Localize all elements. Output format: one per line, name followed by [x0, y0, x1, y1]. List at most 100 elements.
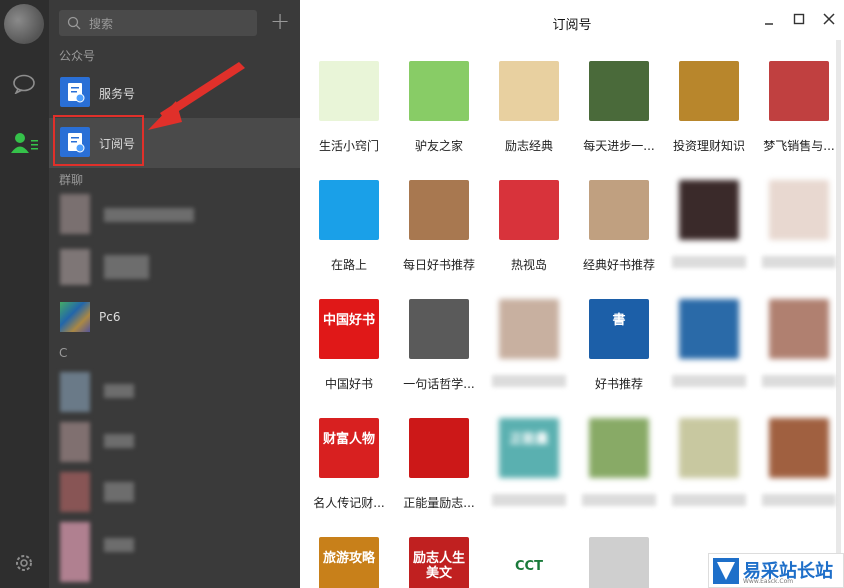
- group-name-blurred: [104, 255, 149, 279]
- subscription-avatar: 正能量: [499, 418, 559, 478]
- subscription-tile[interactable]: 投资理财知识: [669, 61, 749, 154]
- subscription-tile[interactable]: 正能量: [489, 418, 569, 506]
- subscription-avatar: [499, 61, 559, 121]
- subscription-tile[interactable]: [759, 299, 839, 387]
- avatar-art-text: 财富人物: [322, 432, 375, 447]
- subscription-name-blurred: [762, 494, 836, 506]
- subscription-tile[interactable]: 中国好书 中国好书: [309, 299, 389, 392]
- subscription-tile[interactable]: 一句话哲学...: [399, 299, 479, 392]
- contact-name-blurred: [104, 384, 134, 398]
- avatar-art-text: CCT: [515, 559, 543, 574]
- subscription-tile[interactable]: [669, 180, 749, 268]
- subscription-avatar: 書: [589, 299, 649, 359]
- subscription-avatar: [409, 299, 469, 359]
- subscription-name-blurred: [762, 375, 836, 387]
- subscription-avatar: [409, 61, 469, 121]
- list-item-group[interactable]: [49, 243, 300, 293]
- subscription-tile[interactable]: [669, 418, 749, 506]
- group-avatar: [60, 249, 90, 285]
- subscription-tile[interactable]: 每日好书推荐: [399, 180, 479, 273]
- subscription-avatar: 中国好书: [319, 299, 379, 359]
- subscription-tile[interactable]: [759, 180, 839, 268]
- contact-name-blurred: [104, 538, 134, 552]
- subscription-avatar: [769, 61, 829, 121]
- contact-avatar: [60, 372, 90, 412]
- contact-avatar: [60, 422, 90, 462]
- subscription-name-blurred: [672, 256, 746, 268]
- subscription-avatar: [589, 61, 649, 121]
- subscription-tile[interactable]: 正能量励志...: [399, 418, 479, 511]
- list-item-service-accounts[interactable]: 服务号: [49, 68, 300, 118]
- subscription-tile[interactable]: 生活小窍门: [309, 61, 389, 154]
- subscription-avatar: [409, 418, 469, 478]
- subscription-tile[interactable]: 经典好书推荐: [579, 180, 659, 273]
- subscription-name-blurred: [492, 494, 566, 506]
- subscription-avatar: CCT: [499, 537, 559, 588]
- list-item-contact[interactable]: [49, 518, 300, 582]
- subscription-avatar: [409, 180, 469, 240]
- maximize-icon[interactable]: [792, 12, 806, 26]
- subscription-tile[interactable]: 梦飞销售与...: [759, 61, 839, 154]
- subscription-tile[interactable]: [669, 299, 749, 387]
- subscription-name-blurred: [672, 375, 746, 387]
- subscription-tile[interactable]: 励志经典: [489, 61, 569, 154]
- avatar[interactable]: [4, 4, 44, 44]
- subscription-tile[interactable]: 驴友之家: [399, 61, 479, 154]
- subscription-tile[interactable]: [489, 299, 569, 387]
- subscription-tile[interactable]: 励志人生美文: [399, 537, 479, 588]
- subscription-tile[interactable]: 财富人物 名人传记财...: [309, 418, 389, 511]
- subscription-avatar: [679, 418, 739, 478]
- add-button[interactable]: +: [267, 9, 293, 35]
- subscription-avatar: [319, 61, 379, 121]
- avatar-art-text: 正能量: [509, 432, 549, 447]
- subscription-name: 在路上: [330, 258, 367, 272]
- contacts-icon[interactable]: [11, 132, 39, 154]
- minimize-icon[interactable]: [762, 14, 776, 28]
- subscription-avatar: 财富人物: [319, 418, 379, 478]
- search-input[interactable]: 搜索: [59, 10, 257, 36]
- subscription-name-blurred: [582, 494, 656, 506]
- group-name: Pc6: [99, 310, 121, 324]
- list-item-contact[interactable]: [49, 468, 300, 518]
- subscription-avatar: [769, 418, 829, 478]
- chat-icon[interactable]: [12, 74, 36, 94]
- subscription-avatar: 励志人生美文: [409, 537, 469, 588]
- search-placeholder: 搜索: [89, 17, 114, 31]
- list-item-contact[interactable]: [49, 418, 300, 468]
- contact-name-blurred: [104, 434, 134, 448]
- subscription-avatar: [589, 418, 649, 478]
- subscription-tile[interactable]: 在路上: [309, 180, 389, 273]
- subscription-name: 热视岛: [510, 258, 547, 272]
- watermark: 易采站长站 Www.Easck.Com: [708, 553, 844, 588]
- subscription-name: 励志经典: [504, 139, 553, 153]
- gear-icon[interactable]: [14, 553, 34, 573]
- annotation-highlight-box: [53, 115, 144, 166]
- section-c: C: [59, 346, 68, 360]
- contact-name-blurred: [104, 482, 134, 502]
- subscription-tile[interactable]: [579, 537, 659, 588]
- subscription-name: 好书推荐: [594, 377, 643, 391]
- contact-list: 搜索 + 公众号 服务号 订阅号 群聊 Pc6 C: [49, 0, 300, 588]
- avatar-art-text: 励志人生美文: [412, 551, 465, 581]
- list-item-group[interactable]: [49, 190, 300, 240]
- section-official-accounts: 公众号: [59, 49, 96, 63]
- subscription-tile[interactable]: CCT: [489, 537, 569, 588]
- subscription-avatar: [319, 180, 379, 240]
- subscription-avatar: [679, 299, 739, 359]
- subscription-avatar: [589, 180, 649, 240]
- subscription-tile[interactable]: 旅游攻略: [309, 537, 389, 588]
- subscription-name: 正能量励志...: [403, 496, 475, 510]
- subscription-tile[interactable]: 書好书推荐: [579, 299, 659, 392]
- close-icon[interactable]: [822, 12, 836, 26]
- subscription-tile[interactable]: [759, 418, 839, 506]
- list-item-group-pc6[interactable]: Pc6: [49, 293, 300, 343]
- service-accounts-label: 服务号: [99, 87, 136, 101]
- section-group-chats: 群聊: [59, 173, 84, 187]
- list-item-contact[interactable]: [49, 368, 300, 418]
- search-icon: [67, 16, 81, 30]
- subscription-tile[interactable]: [579, 418, 659, 506]
- subscription-tile[interactable]: 热视岛: [489, 180, 569, 273]
- subscription-tile[interactable]: 每天进步一...: [579, 61, 659, 154]
- contact-avatar: [60, 522, 90, 582]
- subscriptions-pane: 订阅号 生活小窍门 驴友之家 励志经典 每天进步一... 投资理财知识 梦飞销售与... 在…: [300, 0, 844, 588]
